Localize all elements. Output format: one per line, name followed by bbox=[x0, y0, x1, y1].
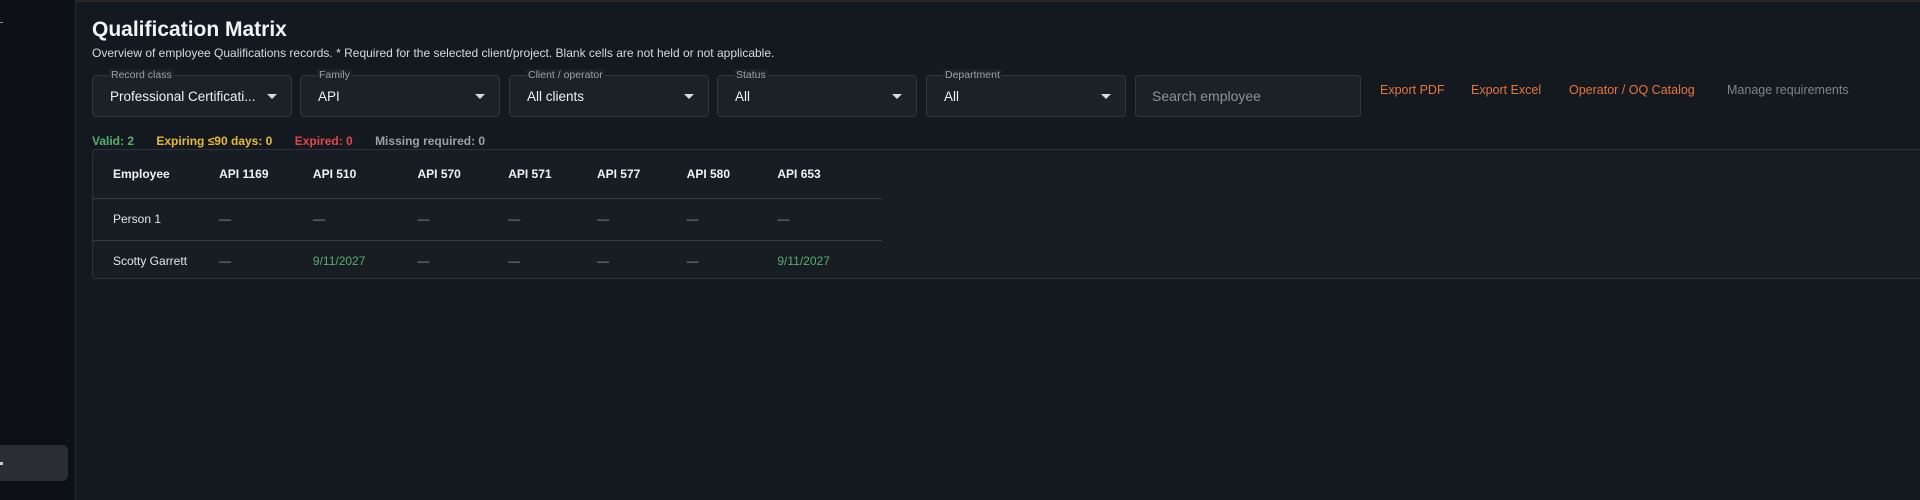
department-value: All bbox=[944, 89, 960, 104]
status-label: Status bbox=[734, 69, 768, 81]
chevron-down-icon bbox=[267, 94, 277, 99]
client-value: All clients bbox=[527, 89, 585, 104]
record-class-value: Professional Certificati... bbox=[110, 89, 256, 104]
qualification-cell: — bbox=[508, 254, 521, 269]
qualification-cell: — bbox=[417, 254, 430, 269]
chevron-down-icon bbox=[892, 94, 902, 99]
qualification-cell: — bbox=[219, 212, 232, 226]
page-title: Qualification Matrix bbox=[92, 18, 287, 41]
department-select[interactable]: Department All bbox=[926, 69, 1126, 117]
family-value: API bbox=[318, 89, 340, 104]
expiring-count: Expiring ≤90 days: 0 bbox=[156, 134, 273, 148]
column-header[interactable]: API 580 bbox=[687, 150, 778, 198]
export-excel-button[interactable]: Export Excel bbox=[1471, 83, 1541, 97]
client-select[interactable]: Client / operator All clients bbox=[509, 69, 709, 117]
qualification-cell: — bbox=[219, 254, 232, 269]
chevron-down-icon bbox=[1101, 94, 1111, 99]
status-summary: Valid: 2 Expiring ≤90 days: 0 Expired: 0… bbox=[92, 134, 504, 148]
employee-name[interactable]: Scotty Garrett bbox=[93, 240, 219, 282]
sidebar-collapsed-item[interactable] bbox=[0, 22, 3, 23]
status-select[interactable]: Status All bbox=[717, 69, 917, 117]
column-header[interactable]: API 571 bbox=[508, 150, 597, 198]
search-employee-input[interactable] bbox=[1135, 75, 1361, 117]
column-header[interactable]: API 510 bbox=[313, 150, 418, 198]
qualification-cell-valid: 9/11/2027 bbox=[777, 254, 830, 269]
record-class-label: Record class bbox=[109, 69, 174, 81]
employee-name[interactable]: Person 1 bbox=[93, 198, 219, 240]
record-class-select[interactable]: Record class Professional Certificati... bbox=[92, 69, 292, 117]
sidebar-item-icon bbox=[0, 462, 3, 465]
column-header[interactable]: API 1169 bbox=[219, 150, 313, 198]
qualification-table: Employee API 1169 API 510 API 570 API 57… bbox=[92, 149, 1920, 279]
table-header-row: Employee API 1169 API 510 API 570 API 57… bbox=[93, 150, 882, 198]
table-row[interactable]: Person 1 — — — — — — — bbox=[93, 198, 882, 240]
missing-count: Missing required: 0 bbox=[375, 134, 486, 148]
client-label: Client / operator bbox=[526, 69, 605, 81]
qualification-cell: — bbox=[596, 254, 609, 269]
column-header-employee[interactable]: Employee bbox=[93, 150, 219, 198]
family-label: Family bbox=[317, 69, 352, 81]
column-header[interactable]: API 653 bbox=[777, 150, 882, 198]
qualification-cell: — bbox=[686, 212, 699, 226]
sidebar-item-active[interactable] bbox=[0, 445, 68, 481]
expired-count: Expired: 0 bbox=[294, 134, 353, 148]
qualification-cell: — bbox=[596, 212, 609, 226]
manage-requirements-button[interactable]: Manage requirements bbox=[1727, 83, 1849, 97]
page-subtitle: Overview of employee Qualifications reco… bbox=[92, 46, 775, 60]
column-header[interactable]: API 570 bbox=[417, 150, 508, 198]
table-row[interactable]: Scotty Garrett — 9/11/2027 — — — — 9/11/… bbox=[93, 240, 882, 282]
oq-catalog-button[interactable]: Operator / OQ Catalog bbox=[1569, 83, 1695, 97]
family-select[interactable]: Family API bbox=[300, 69, 500, 117]
chevron-down-icon bbox=[475, 94, 485, 99]
export-pdf-button[interactable]: Export PDF bbox=[1380, 83, 1445, 97]
chevron-down-icon bbox=[684, 94, 694, 99]
qualification-cell: — bbox=[508, 212, 521, 226]
department-label: Department bbox=[943, 69, 1002, 81]
qualification-cell: — bbox=[686, 254, 699, 269]
top-divider bbox=[76, 0, 1920, 2]
qualification-cell: — bbox=[312, 212, 325, 226]
valid-count: Valid: 2 bbox=[92, 134, 135, 148]
qualification-cell-valid: 9/11/2027 bbox=[312, 254, 366, 269]
qualification-cell: — bbox=[417, 212, 430, 226]
sidebar bbox=[0, 0, 76, 500]
column-header[interactable]: API 577 bbox=[597, 150, 687, 198]
status-value: All bbox=[735, 89, 751, 104]
qualification-cell: — bbox=[777, 212, 790, 226]
